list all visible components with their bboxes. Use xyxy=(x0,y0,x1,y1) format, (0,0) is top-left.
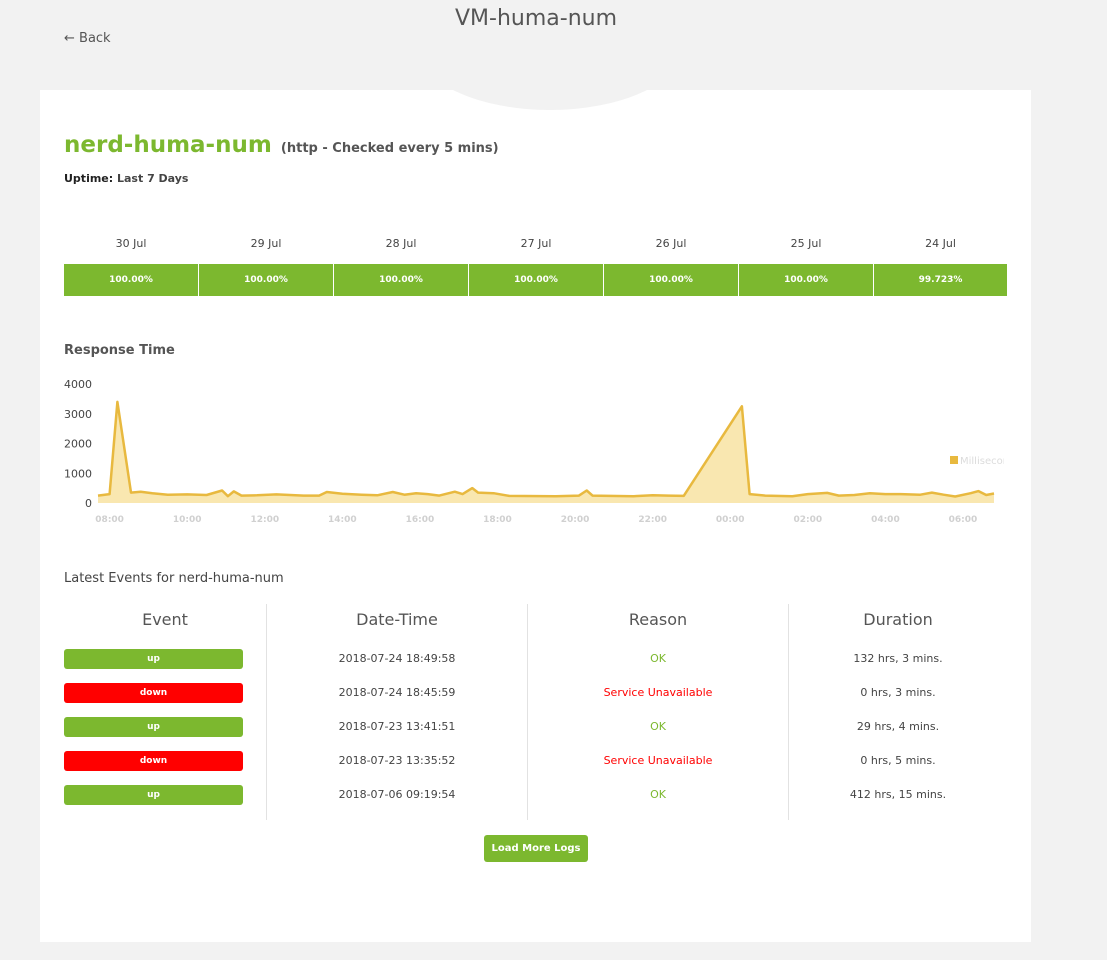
reason-cell: OK xyxy=(650,720,666,733)
x-tick-label: 00:00 xyxy=(716,515,745,525)
event-header: Event xyxy=(142,610,188,629)
reason-cell: OK xyxy=(650,788,666,801)
x-tick-label: 12:00 xyxy=(250,515,279,525)
duration-cell: 0 hrs, 5 mins. xyxy=(860,754,936,767)
day-date: 25 Jul xyxy=(790,237,822,250)
day-uptime-bar: 100.00% xyxy=(469,264,603,296)
y-tick-label: 4000 xyxy=(64,378,92,391)
day-date: 29 Jul xyxy=(250,237,282,250)
event-cell: up xyxy=(64,717,266,737)
day-date: 28 Jul xyxy=(385,237,417,250)
y-tick-label: 1000 xyxy=(64,467,92,480)
day-column: 29 Jul 100.00% xyxy=(199,236,333,296)
x-tick-label: 20:00 xyxy=(561,515,590,525)
datetime-cell: 2018-07-06 09:19:54 xyxy=(338,788,456,801)
status-badge-up: up xyxy=(64,649,243,669)
day-date: 26 Jul xyxy=(655,237,687,250)
datetime-header: Date-Time xyxy=(356,610,438,629)
duration-cell: 0 hrs, 3 mins. xyxy=(860,686,936,699)
y-tick-label: 0 xyxy=(85,497,92,510)
monitor-check-info: (http - Checked every 5 mins) xyxy=(280,141,499,156)
event-cell: up xyxy=(64,649,266,669)
day-column: 26 Jul 100.00% xyxy=(604,236,738,296)
day-uptime-bar: 100.00% xyxy=(199,264,333,296)
x-tick-label: 02:00 xyxy=(793,515,822,525)
day-column: 30 Jul 100.00% xyxy=(64,236,198,296)
monitor-heading: nerd-huma-num (http - Checked every 5 mi… xyxy=(64,132,499,158)
event-cell: up xyxy=(64,785,266,805)
duration-cell: 29 hrs, 4 mins. xyxy=(856,720,940,733)
day-uptime-bar: 100.00% xyxy=(604,264,738,296)
day-column: 25 Jul 100.00% xyxy=(739,236,873,296)
reason-cell: Service Unavailable xyxy=(603,754,713,767)
duration-cell: 132 hrs, 3 mins. xyxy=(853,652,943,665)
load-more-logs-button[interactable]: Load More Logs xyxy=(484,835,588,862)
datetime-cell: 2018-07-23 13:41:51 xyxy=(338,720,456,733)
status-badge-down: down xyxy=(64,683,243,703)
page-title: VM-huma-num xyxy=(454,6,618,31)
datetime-cell: 2018-07-24 18:45:59 xyxy=(338,686,456,699)
monitor-card: nerd-huma-num (http - Checked every 5 mi… xyxy=(40,50,1031,942)
events-title: Latest Events for nerd-huma-num xyxy=(64,571,284,586)
x-tick-label: 08:00 xyxy=(95,515,124,525)
uptime-label: Uptime: xyxy=(64,172,114,185)
day-uptime-bar: 99.723% xyxy=(874,264,1007,296)
reason-cell: OK xyxy=(650,652,666,665)
x-tick-label: 16:00 xyxy=(406,515,435,525)
day-uptime-bar: 100.00% xyxy=(64,264,198,296)
event-cell: down xyxy=(64,683,266,703)
uptime-range: Uptime: Last 7 Days xyxy=(64,172,188,185)
event-cell: down xyxy=(64,751,266,771)
x-tick-label: 18:00 xyxy=(483,515,512,525)
day-uptime-bar: 100.00% xyxy=(334,264,468,296)
response-time-chart: 0 1000 2000 3000 4000 08:00 10:00 12:00 14:00 16:… xyxy=(64,378,1004,525)
response-time-area xyxy=(98,401,994,503)
y-tick-label: 2000 xyxy=(64,438,92,451)
reason-header: Reason xyxy=(628,610,688,629)
response-time-line xyxy=(97,400,995,498)
reason-cell: Service Unavailable xyxy=(603,686,713,699)
x-tick-label: 04:00 xyxy=(871,515,900,525)
card-notch xyxy=(420,50,680,110)
x-tick-label: 22:00 xyxy=(638,515,667,525)
uptime-range-value: Last 7 Days xyxy=(117,172,189,185)
status-badge-up: up xyxy=(64,785,243,805)
day-date: 24 Jul xyxy=(925,237,956,250)
day-date: 30 Jul xyxy=(115,237,147,250)
datetime-cell: 2018-07-24 18:49:58 xyxy=(338,652,456,665)
back-link[interactable]: ← Back xyxy=(64,31,111,46)
response-time-title: Response Time xyxy=(64,343,175,358)
day-date: 27 Jul xyxy=(520,237,552,250)
y-tick-label: 3000 xyxy=(64,408,92,421)
duration-cell: 412 hrs, 15 mins. xyxy=(849,788,947,801)
events-table: Event Date-Time Reason Duration up 2018-0… xyxy=(64,604,1007,820)
legend-swatch xyxy=(950,456,958,464)
monitor-name: nerd-huma-num xyxy=(64,132,272,158)
day-column: 27 Jul 100.00% xyxy=(469,236,603,296)
legend-label: Milliseconds xyxy=(960,456,1004,467)
status-badge-up: up xyxy=(64,717,243,737)
day-uptime-bar: 100.00% xyxy=(739,264,873,296)
day-column: 28 Jul 100.00% xyxy=(334,236,468,296)
status-badge-down: down xyxy=(64,751,243,771)
daily-uptime-strip: 30 Jul 100.00% 29 Jul 100.00% 28 Jul 100… xyxy=(64,236,1007,296)
datetime-cell: 2018-07-23 13:35:52 xyxy=(338,754,456,767)
duration-header: Duration xyxy=(863,610,933,629)
x-tick-label: 14:00 xyxy=(328,515,357,525)
x-tick-label: 10:00 xyxy=(173,515,202,525)
day-column: 24 Jul 99.723% xyxy=(874,236,1007,296)
x-tick-label: 06:00 xyxy=(949,515,978,525)
